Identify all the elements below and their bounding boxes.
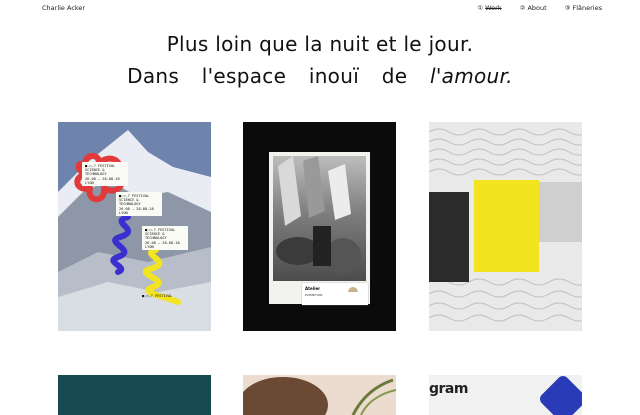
poster-text: LYON xyxy=(85,180,94,185)
hero-headline: Plus loin que la nuit et le jour. Dans l… xyxy=(0,30,640,91)
poster-info-card: ■-○-? FESTIVAL SCIENCE & TECHNOLOGY 26.0… xyxy=(116,192,162,216)
main-nav: ① Work ② About ③ Flâneries xyxy=(477,4,602,12)
blue-shape xyxy=(537,375,582,415)
headline-line-2: Dans l'espace inouï de l'amour. xyxy=(0,61,640,91)
poster-text: LYON xyxy=(119,210,128,215)
nav-number-icon: ① xyxy=(477,4,484,12)
nav-item-about[interactable]: ② About xyxy=(520,4,547,12)
nav-number-icon: ② xyxy=(519,4,526,12)
exhibition-label: Atelier EXHIBITION xyxy=(302,283,368,305)
yellow-sheet xyxy=(474,180,539,272)
project-card-atelier[interactable]: Atelier EXHIBITION xyxy=(243,122,396,331)
project-card-portrait[interactable] xyxy=(243,375,396,415)
top-bar: Charlie Acker ① Work ② About ③ Flâneries xyxy=(42,4,602,14)
nav-item-work[interactable]: ① Work xyxy=(477,4,501,12)
headline-line-2-text: Dans l'espace inouï de xyxy=(127,64,430,88)
poster-text: SCIENCE & TECHNOLOGY xyxy=(145,232,167,241)
brand-name[interactable]: Charlie Acker xyxy=(42,4,85,12)
headline-emphasis: l'amour. xyxy=(429,64,513,88)
nav-label: About xyxy=(527,4,547,12)
nav-number-icon: ③ xyxy=(564,4,571,12)
poster-info-card: ■-○-? FESTIVAL SCIENCE & TECHNOLOGY 26.0… xyxy=(82,162,128,186)
typography-text: gram xyxy=(429,381,468,397)
nav-label: Work xyxy=(485,4,502,12)
label-title: Atelier xyxy=(305,286,321,291)
poster-footer: ■-○-? FESTIVAL xyxy=(142,294,173,298)
project-card-festival-poster[interactable]: ■-○-? FESTIVAL SCIENCE & TECHNOLOGY 26.0… xyxy=(58,122,211,331)
festival-poster-image xyxy=(58,122,211,331)
headline-line-1: Plus loin que la nuit et le jour. xyxy=(166,32,474,56)
project-card-teal[interactable] xyxy=(58,375,211,415)
portrait-image xyxy=(243,375,396,415)
project-card-yellow-sheet[interactable] xyxy=(429,122,582,331)
label-shape xyxy=(348,287,358,292)
poster-text: SCIENCE & TECHNOLOGY xyxy=(119,198,141,207)
nav-label: Flâneries xyxy=(572,4,602,12)
nav-item-flaneries[interactable]: ③ Flâneries xyxy=(565,4,602,12)
collage-photo xyxy=(273,156,366,281)
framed-print: Atelier EXHIBITION xyxy=(269,152,370,305)
collage-shapes xyxy=(276,156,361,274)
project-card-typography[interactable]: gram xyxy=(429,375,582,415)
label-subtitle: EXHIBITION xyxy=(305,293,323,297)
poster-text: LYON xyxy=(145,244,154,249)
poster-info-card: ■-○-? FESTIVAL SCIENCE & TECHNOLOGY 26.0… xyxy=(142,226,188,250)
poster-text: SCIENCE & TECHNOLOGY xyxy=(85,168,107,177)
